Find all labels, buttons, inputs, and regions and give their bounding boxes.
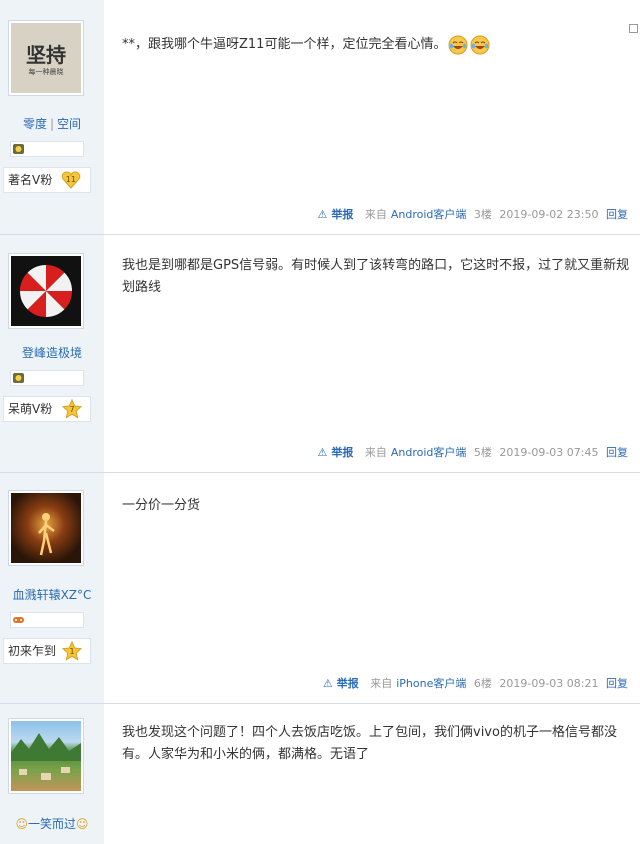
- post-body: 我也是到哪都是GPS信号弱。有时候人到了该转弯的路口，它这时不报，过了就又重新规…: [104, 235, 640, 472]
- laughing-crying-emoji-icon: [448, 35, 468, 54]
- source-prefix: 来自: [364, 446, 387, 459]
- avatar[interactable]: [8, 253, 84, 329]
- floor-number: 3楼: [473, 208, 492, 221]
- username-link[interactable]: 登峰造极境: [0, 344, 104, 361]
- rank-label: 初来乍到: [8, 644, 57, 658]
- report-button[interactable]: ⚠ 举报: [317, 446, 353, 459]
- author-sidebar: 血溅轩辕XZ°C 初来乍到 1: [0, 473, 104, 703]
- source-link[interactable]: iPhone客户端: [396, 677, 466, 690]
- post-partial: ☺一笑而过☺ 我也发现这个问题了！四个人去饭店吃饭。上了包间，我们俩vivo的机…: [0, 704, 640, 844]
- post-floor-6: 血溅轩辕XZ°C 初来乍到 1 一分价一分货 ⚠ 举报 来自 iPhone客户端 6…: [0, 473, 640, 704]
- level-star-icon: 1: [62, 641, 82, 661]
- laughing-crying-emoji-icon: [470, 35, 490, 54]
- rank-label: 著名V粉: [8, 173, 53, 187]
- source-label[interactable]: iPhone客户端: [396, 677, 466, 690]
- smile-emoji-icon: ☺: [76, 817, 89, 831]
- medal-icon[interactable]: [13, 373, 24, 383]
- rank-badge: 呆萌V粉 7: [3, 396, 91, 422]
- post-time: 2019-09-03 08:21: [499, 677, 599, 690]
- username-link[interactable]: 零度: [23, 117, 47, 131]
- source-prefix: 来自: [364, 208, 387, 221]
- post-text: 一分价一分货: [122, 498, 201, 513]
- source-link[interactable]: Android客户端: [391, 446, 467, 459]
- username-label[interactable]: 一笑而过: [28, 817, 76, 831]
- avatar-subtext: 每一种晨晓: [28, 68, 64, 76]
- avatar-text: 坚持: [26, 43, 66, 67]
- rank-badge: 初来乍到 1: [3, 638, 91, 664]
- report-label: 举报: [336, 677, 359, 690]
- level-heart-icon: 11: [61, 171, 81, 189]
- source-label[interactable]: Android客户端: [391, 208, 467, 221]
- post-time: 2019-09-02 23:50: [499, 208, 599, 221]
- post-content: 我也是到哪都是GPS信号弱。有时候人到了该转弯的路口，它这时不报，过了就又重新规…: [122, 255, 630, 299]
- post-content: **，跟我哪个牛逼呀Z11可能一个样，定位完全看心情。: [122, 34, 630, 56]
- author-sidebar: ☺一笑而过☺: [0, 704, 104, 844]
- post-time: 2019-09-03 07:45: [499, 446, 599, 459]
- username-label[interactable]: 登峰造极境: [22, 346, 82, 360]
- reply-button[interactable]: 回复: [606, 446, 628, 459]
- source-link[interactable]: Android客户端: [391, 208, 467, 221]
- level-star-icon: 7: [62, 399, 82, 419]
- medal-icon[interactable]: [13, 144, 24, 154]
- author-sidebar: 坚持 每一种晨晓 零度 | 空间 著名V粉 11: [0, 0, 104, 234]
- username-link[interactable]: 血溅轩辕XZ°C: [0, 586, 104, 603]
- smile-emoji-icon: ☺: [15, 817, 28, 831]
- rank-label: 呆萌V粉: [8, 402, 53, 416]
- user-links: 零度 | 空间: [0, 115, 104, 132]
- post-content: 一分价一分货: [122, 495, 630, 517]
- post-footer: ⚠ 举报 来自 Android客户端 3楼 2019-09-02 23:50 回复: [313, 206, 628, 222]
- medal-box: [10, 370, 84, 386]
- post-content: 我也发现这个问题了！四个人去饭店吃饭。上了包间，我们俩vivo的机子一格信号都没…: [122, 722, 630, 766]
- source-prefix: 来自: [370, 677, 393, 690]
- report-button[interactable]: ⚠ 举报: [317, 208, 353, 221]
- rank-level: 1: [69, 647, 74, 656]
- avatar[interactable]: 坚持 每一种晨晓: [8, 20, 84, 96]
- separator: |: [49, 117, 55, 131]
- runner-figure-icon: [38, 513, 55, 556]
- username-label[interactable]: 血溅轩辕XZ°C: [13, 588, 92, 602]
- thread: 坚持 每一种晨晓 零度 | 空间 著名V粉 11 **，跟我哪个牛逼呀Z11可能…: [0, 0, 640, 844]
- landscape-icon: [11, 733, 81, 780]
- reply-button[interactable]: 回复: [606, 208, 628, 221]
- rank-level: 11: [66, 175, 76, 184]
- rank-badge: 著名V粉 11: [3, 167, 91, 193]
- report-label: 举报: [331, 208, 354, 221]
- gamepad-medal-icon[interactable]: [13, 615, 24, 625]
- post-body: 我也发现这个问题了！四个人去饭店吃饭。上了包间，我们俩vivo的机子一格信号都没…: [104, 704, 640, 844]
- post-footer: ⚠ 举报 来自 iPhone客户端 6楼 2019-09-03 08:21 回复: [319, 675, 628, 691]
- author-sidebar: 登峰造极境 呆萌V粉 7: [0, 235, 104, 472]
- medal-box: [10, 612, 84, 628]
- floor-number: 6楼: [473, 677, 492, 690]
- avatar[interactable]: [8, 490, 84, 566]
- source-label[interactable]: Android客户端: [391, 446, 467, 459]
- corner-marker: [629, 24, 638, 33]
- post-text: 我也是到哪都是GPS信号弱。有时候人到了该转弯的路口，它这时不报，过了就又重新规…: [122, 258, 630, 295]
- rank-level: 7: [69, 405, 74, 414]
- post-text: **，跟我哪个牛逼呀Z11可能一个样，定位完全看心情。: [122, 37, 447, 52]
- floor-number: 5楼: [473, 446, 492, 459]
- username-link[interactable]: ☺一笑而过☺: [0, 815, 104, 832]
- medal-box: [10, 141, 84, 157]
- report-label: 举报: [331, 446, 354, 459]
- avatar[interactable]: [8, 718, 84, 794]
- post-floor-5: 登峰造极境 呆萌V粉 7 我也是到哪都是GPS信号弱。有时候人到了该转弯的路口，…: [0, 235, 640, 473]
- post-body: 一分价一分货 ⚠ 举报 来自 iPhone客户端 6楼 2019-09-03 08:…: [104, 473, 640, 703]
- post-floor-3: 坚持 每一种晨晓 零度 | 空间 著名V粉 11 **，跟我哪个牛逼呀Z11可能…: [0, 0, 640, 235]
- umbrella-logo-icon: [19, 264, 73, 318]
- post-footer: ⚠ 举报 来自 Android客户端 5楼 2019-09-03 07:45 回复: [313, 444, 628, 460]
- space-link[interactable]: 空间: [57, 117, 81, 131]
- post-body: **，跟我哪个牛逼呀Z11可能一个样，定位完全看心情。 ⚠ 举报 来自 Androi…: [104, 0, 640, 234]
- post-text: 我也发现这个问题了！四个人去饭店吃饭。上了包间，我们俩vivo的机子一格信号都没…: [122, 725, 617, 762]
- report-button[interactable]: ⚠ 举报: [323, 677, 359, 690]
- reply-button[interactable]: 回复: [606, 677, 628, 690]
